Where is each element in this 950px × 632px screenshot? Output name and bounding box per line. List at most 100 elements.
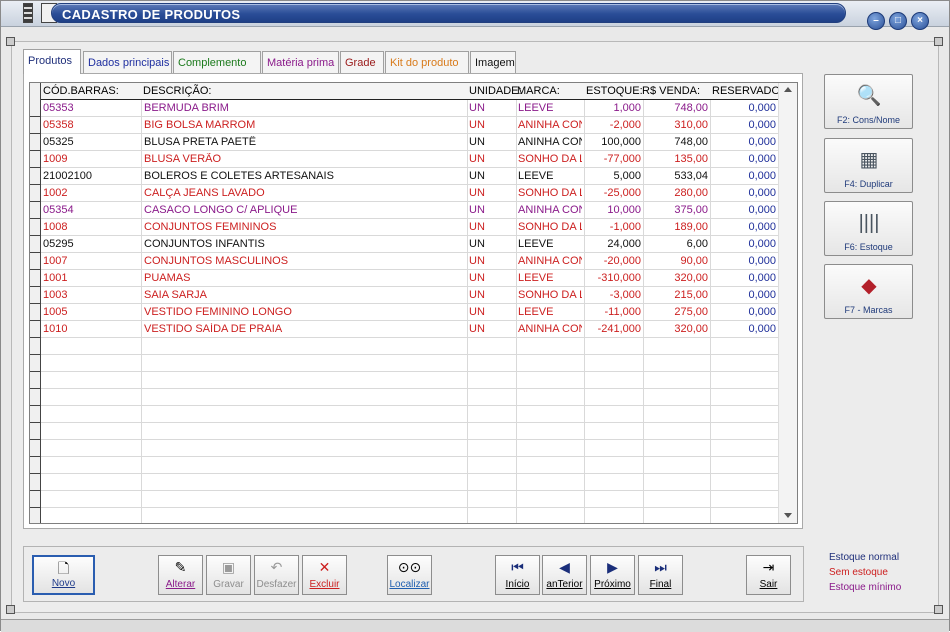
cell-estoque: -2,000 (609, 119, 641, 131)
tab-dados-principais[interactable]: Dados principais (83, 51, 172, 73)
table-row[interactable]: 1009 BLUSA VERÃO UN SONHO DA L -77,000 135,00… (41, 151, 778, 168)
cell-venda: 189,00 (674, 221, 708, 233)
column-separator (141, 100, 142, 523)
cell-venda: 320,00 (674, 323, 708, 335)
cell-unidade: UN (469, 272, 485, 284)
cell-estoque: 10,000 (607, 204, 641, 216)
table-row[interactable]: 1001 PUAMAS UN LEEVE -310,000 320,00 0,000 (41, 270, 778, 287)
row-indicator-tick (30, 371, 40, 372)
localizar-button[interactable]: ⊙⊙ Localizar (387, 555, 432, 595)
row-indicator-tick (30, 167, 40, 168)
cell-reservado: 0,000 (748, 136, 776, 148)
cell-reservado: 0,000 (748, 102, 776, 114)
cell-reservado: 0,000 (748, 221, 776, 233)
grid-scrollbar[interactable] (778, 83, 797, 523)
final-button[interactable]: ⏭ Final (638, 555, 683, 595)
side-button-label: F2: Cons/Nome (836, 115, 901, 125)
empty-row (41, 389, 778, 406)
excluir-button[interactable]: ✕ Excluir (302, 555, 347, 595)
table-row[interactable]: 1003 SAIA SARJA UN SONHO DA L -3,000 215,00 0,… (41, 287, 778, 304)
table-row[interactable]: 1010 VESTIDO SAÍDA DE PRAIA UN ANINHA CON -2… (41, 321, 778, 338)
side-button-label: F4: Duplicar (844, 179, 893, 189)
legend-estoque-minimo: Estoque mínimo (829, 582, 902, 593)
table-row[interactable]: 1005 VESTIDO FEMININO LONGO UN LEEVE -11,000… (41, 304, 778, 321)
empty-row (41, 423, 778, 440)
column-header[interactable]: CÓD.BARRAS: (43, 85, 119, 97)
inicio-button[interactable]: ⏮ Início (495, 555, 540, 595)
cell-descricao: CONJUNTOS MASCULINOS (144, 255, 289, 267)
cell-estoque: -3,000 (609, 289, 641, 301)
row-indicator-tick (30, 286, 40, 287)
column-header[interactable]: DESCRIÇÃO: (143, 85, 211, 97)
table-row[interactable]: 05358 BIG BOLSA MARROM UN ANINHA CON -2,000 3… (41, 117, 778, 134)
table-row[interactable]: 05354 CASACO LONGO C/ APLIQUE UN ANINHA CON… (41, 202, 778, 219)
gravar-button[interactable]: ▣ Gravar (206, 555, 251, 595)
side-button-f7-marcas[interactable]: ◆ F7 - Marcas (824, 264, 913, 319)
tab-complemento[interactable]: Complemento (173, 51, 261, 73)
frame-corner (934, 37, 943, 46)
cell-unidade: UN (469, 187, 485, 199)
side-button-label: F6: Estoque (844, 242, 893, 252)
close-icon[interactable]: × (911, 12, 929, 30)
side-button-f4-duplicar[interactable]: ▦ F4: Duplicar (824, 138, 913, 193)
side-button-f2-cons-nome[interactable]: 🔍 F2: Cons/Nome (824, 74, 913, 129)
cell-reservado: 0,000 (748, 272, 776, 284)
minimize-icon[interactable]: – (867, 12, 885, 30)
grid-header: CÓD.BARRAS: DESCRIÇÃO: UNIDADE: MARCA: ESTOQ… (41, 83, 780, 100)
frame-corner (6, 605, 15, 614)
row-indicator-tick (30, 320, 40, 321)
cell-estoque: -1,000 (609, 221, 641, 233)
tab-kit-do-produto[interactable]: Kit do produto (385, 51, 469, 73)
cell-venda: 533,04 (674, 170, 708, 182)
proximo-button[interactable]: ▶ Próximo (590, 555, 635, 595)
cell-codigo: 1007 (43, 255, 68, 267)
cell-descricao: BLUSA VERÃO (144, 153, 222, 165)
anterior-button[interactable]: ◀ anTerior (542, 555, 587, 595)
table-row[interactable]: 05325 BLUSA PRETA PAETÊ UN ANINHA CON 100,00… (41, 134, 778, 151)
cell-marca: LEEVE (518, 272, 554, 284)
barcode-icon: |||| (858, 212, 880, 234)
cell-codigo: 1002 (43, 187, 68, 199)
scroll-down-icon[interactable] (784, 513, 792, 518)
binoculars-icon: ⊙⊙ (397, 559, 422, 575)
cell-venda: 275,00 (674, 306, 708, 318)
sair-button[interactable]: ⇥ Sair (746, 555, 791, 595)
desfazer-button[interactable]: ↶ Desfazer (254, 555, 299, 595)
row-indicator-tick (30, 490, 40, 491)
table-row[interactable]: 21002100 BOLEROS E COLETES ARTESANAIS UN LE… (41, 168, 778, 185)
side-button-f6-estoque[interactable]: |||| F6: Estoque (824, 201, 913, 256)
tab-mat-ria-prima[interactable]: Matéria prima (262, 51, 339, 73)
alterar-button[interactable]: ✎ Alterar (158, 555, 203, 595)
row-indicator-tick (30, 388, 40, 389)
row-indicator-tick (30, 405, 40, 406)
frame-corner (6, 37, 15, 46)
cell-codigo: 05354 (43, 204, 74, 216)
cell-venda: 215,00 (674, 289, 708, 301)
tab-grade[interactable]: Grade (340, 51, 384, 73)
tag-icon: ◆ (861, 275, 877, 297)
empty-row (41, 457, 778, 474)
column-header[interactable]: MARCA: (517, 85, 560, 97)
scroll-up-icon[interactable] (784, 87, 792, 92)
table-row[interactable]: 1008 CONJUNTOS FEMININOS UN SONHO DA L -1,00… (41, 219, 778, 236)
cell-unidade: UN (469, 204, 485, 216)
cell-reservado: 0,000 (748, 306, 776, 318)
maximize-icon[interactable]: □ (889, 12, 907, 30)
cell-unidade: UN (469, 289, 485, 301)
products-grid[interactable]: CÓD.BARRAS: DESCRIÇÃO: UNIDADE: MARCA: ESTOQ… (29, 82, 798, 524)
column-header[interactable]: RESERVADO (712, 85, 780, 97)
table-row[interactable]: 1002 CALÇA JEANS LAVADO UN SONHO DA L -25,00… (41, 185, 778, 202)
cell-descricao: BOLEROS E COLETES ARTESANAIS (144, 170, 334, 182)
table-row[interactable]: 05353 BERMUDA BRIM UN LEEVE 1,000 748,00 0,000 (41, 100, 778, 117)
cell-venda: 90,00 (680, 255, 708, 267)
column-header[interactable]: R$ VENDA: (642, 85, 700, 97)
column-header[interactable]: ESTOQUE: (586, 85, 643, 97)
novo-button[interactable]: 🗋 Novo (32, 555, 95, 595)
table-row[interactable]: 1007 CONJUNTOS MASCULINOS UN ANINHA CON -20,… (41, 253, 778, 270)
table-row[interactable]: 05295 CONJUNTOS INFANTIS UN LEEVE 24,000 6,00… (41, 236, 778, 253)
tab-imagem[interactable]: Imagem (470, 51, 516, 73)
tab-produtos[interactable]: Produtos (23, 49, 81, 74)
empty-row (41, 474, 778, 491)
column-header[interactable]: UNIDADE: (469, 85, 522, 97)
row-indicator-tick (30, 303, 40, 304)
